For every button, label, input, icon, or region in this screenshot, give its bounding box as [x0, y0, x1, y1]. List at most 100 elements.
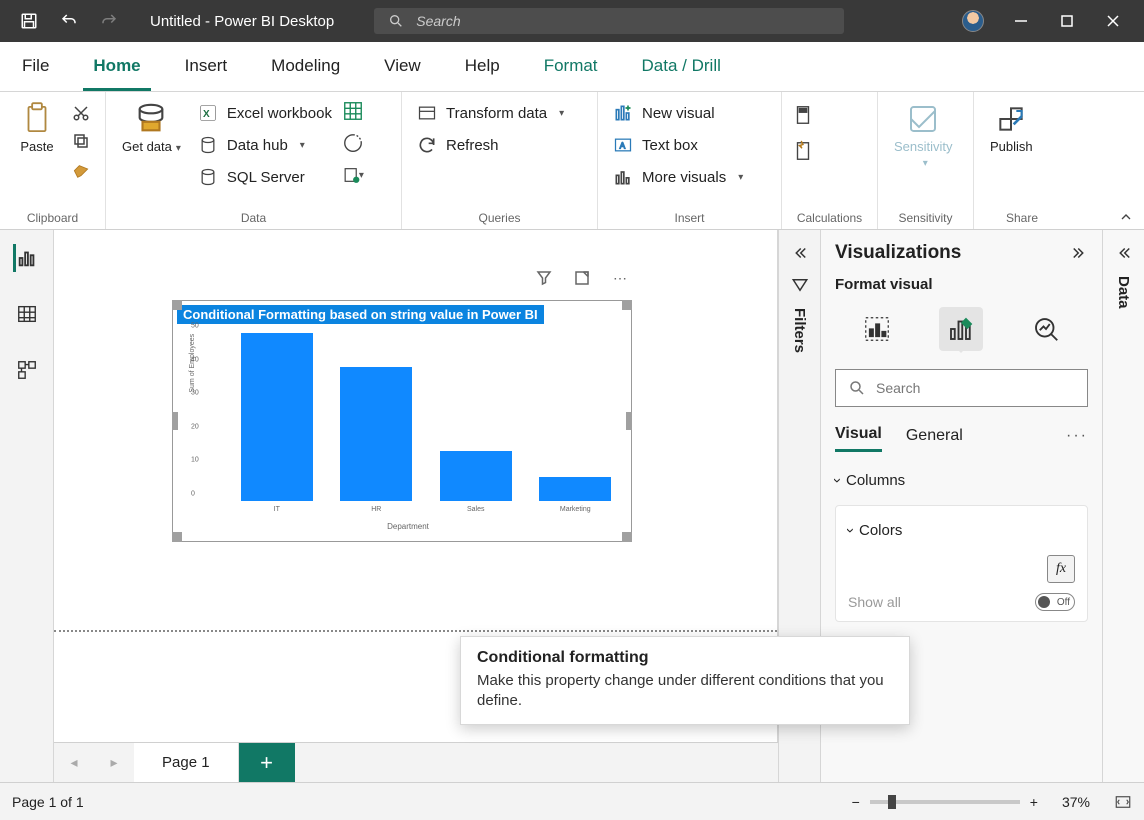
expand-left-icon[interactable]	[1115, 244, 1133, 262]
new-visual-button[interactable]: New visual	[608, 100, 747, 126]
sensitivity-button: Sensitivity▾	[888, 98, 959, 207]
filters-label: Filters	[791, 308, 808, 353]
data-view-icon[interactable]	[13, 300, 41, 328]
format-painter-icon[interactable]	[70, 158, 92, 180]
title-bar: Untitled - Power BI Desktop Search	[0, 0, 1144, 42]
maximize-icon[interactable]	[1058, 12, 1076, 30]
group-data: Data	[116, 207, 391, 229]
new-measure-icon[interactable]	[792, 104, 814, 126]
tab-file[interactable]: File	[0, 41, 71, 91]
tab-view[interactable]: View	[362, 41, 443, 91]
ribbon: Paste Clipboard Get data▾ XExcel workboo…	[0, 92, 1144, 230]
group-sensitivity: Sensitivity	[888, 207, 963, 229]
sql-server-button[interactable]: SQL Server	[193, 164, 336, 190]
page-boundary	[54, 630, 777, 632]
quick-measure-icon[interactable]	[792, 140, 814, 162]
save-icon[interactable]	[18, 10, 40, 32]
excel-workbook-button[interactable]: XExcel workbook	[193, 100, 336, 126]
zoom-slider[interactable]	[870, 800, 1020, 804]
tab-modeling[interactable]: Modeling	[249, 41, 362, 91]
new-visual-icon	[612, 102, 634, 124]
undo-icon[interactable]	[58, 10, 80, 32]
zoom-value: 37%	[1062, 794, 1090, 810]
zoom-in-icon[interactable]: +	[1030, 794, 1038, 810]
sql-icon	[197, 166, 219, 188]
subtab-more[interactable]: ···	[1066, 427, 1088, 451]
tooltip-conditional-formatting: Conditional formatting Make this propert…	[460, 636, 910, 725]
user-avatar[interactable]	[962, 10, 984, 32]
tab-data-drill[interactable]: Data / Drill	[620, 41, 743, 91]
more-visuals-button[interactable]: More visuals▾	[608, 164, 747, 190]
subtab-general[interactable]: General	[906, 427, 963, 451]
sensitivity-icon	[906, 102, 940, 136]
bar-chart-visual[interactable]: ⋯ Conditional Formatting based on string…	[172, 300, 632, 542]
fit-page-icon[interactable]	[1114, 793, 1132, 811]
focus-mode-icon[interactable]	[571, 267, 593, 289]
transform-icon	[416, 102, 438, 124]
svg-text:A: A	[620, 140, 626, 150]
build-visual-icon[interactable]	[855, 307, 899, 351]
colors-section[interactable]: ›Colors	[848, 516, 1075, 545]
database-icon	[134, 102, 168, 136]
group-share: Share	[984, 207, 1060, 229]
refresh-icon	[416, 134, 438, 156]
svg-text:X: X	[203, 109, 210, 120]
page-tab-1[interactable]: Page 1	[134, 743, 239, 782]
collapse-ribbon-icon[interactable]	[1118, 209, 1134, 225]
tab-help[interactable]: Help	[443, 41, 522, 91]
group-queries: Queries	[412, 207, 587, 229]
get-data-button[interactable]: Get data▾	[116, 98, 187, 207]
dataverse-icon[interactable]	[342, 100, 364, 122]
data-hub-button[interactable]: Data hub▾	[193, 132, 336, 158]
show-all-toggle[interactable]: Off	[1035, 593, 1075, 611]
prev-page-icon[interactable]: ◂	[54, 743, 94, 782]
page-status: Page 1 of 1	[12, 794, 84, 810]
cut-icon[interactable]	[70, 102, 92, 124]
redo-icon	[98, 10, 120, 32]
text-box-button[interactable]: AText box	[608, 132, 747, 158]
filter-icon	[791, 276, 809, 294]
group-calculations: Calculations	[792, 207, 867, 229]
format-search[interactable]: Search	[835, 369, 1088, 407]
minimize-icon[interactable]	[1012, 12, 1030, 30]
chart-title: Conditional Formatting based on string v…	[177, 305, 544, 324]
copy-icon[interactable]	[70, 130, 92, 152]
next-page-icon[interactable]: ▸	[94, 743, 134, 782]
format-visual-icon[interactable]	[939, 307, 983, 351]
recent-sources-icon[interactable]	[342, 132, 364, 154]
zoom-out-icon[interactable]: −	[852, 794, 860, 810]
add-page-button[interactable]: +	[239, 743, 295, 782]
data-hub-icon	[197, 134, 219, 156]
paste-button[interactable]: Paste	[10, 98, 64, 207]
search-placeholder: Search	[416, 13, 460, 29]
analytics-icon[interactable]	[1024, 307, 1068, 351]
expand-left-icon[interactable]	[791, 244, 809, 262]
tooltip-title: Conditional formatting	[477, 649, 893, 667]
model-view-icon[interactable]	[13, 356, 41, 384]
tab-insert[interactable]: Insert	[163, 41, 250, 91]
global-search[interactable]: Search	[374, 8, 844, 34]
window-title: Untitled - Power BI Desktop	[150, 13, 334, 30]
clipboard-icon	[20, 102, 54, 136]
publish-button[interactable]: Publish	[984, 98, 1039, 207]
close-icon[interactable]	[1104, 12, 1122, 30]
subtab-visual[interactable]: Visual	[835, 425, 882, 452]
conditional-formatting-fx-button[interactable]: fx	[1047, 555, 1075, 583]
visual-options-icon[interactable]: ⋯	[609, 267, 631, 289]
view-rail	[0, 230, 54, 782]
visual-filter-icon[interactable]	[533, 267, 555, 289]
transform-data-button[interactable]: Transform data▾	[412, 100, 568, 126]
collapse-right-icon[interactable]	[1070, 244, 1088, 262]
ribbon-tabs: File Home Insert Modeling View Help Form…	[0, 42, 1144, 92]
enter-data-icon[interactable]: ▾	[342, 164, 364, 186]
page-tabs: ◂ ▸ Page 1 +	[54, 742, 778, 782]
refresh-button[interactable]: Refresh	[412, 132, 568, 158]
publish-icon	[994, 102, 1028, 136]
report-view-icon[interactable]	[13, 244, 41, 272]
group-clipboard: Clipboard	[10, 207, 95, 229]
data-label: Data	[1115, 276, 1132, 309]
columns-section[interactable]: ›Columns	[835, 466, 1088, 495]
tab-home[interactable]: Home	[71, 41, 162, 91]
tab-format[interactable]: Format	[522, 41, 620, 91]
data-pane-collapsed[interactable]: Data	[1102, 230, 1144, 782]
